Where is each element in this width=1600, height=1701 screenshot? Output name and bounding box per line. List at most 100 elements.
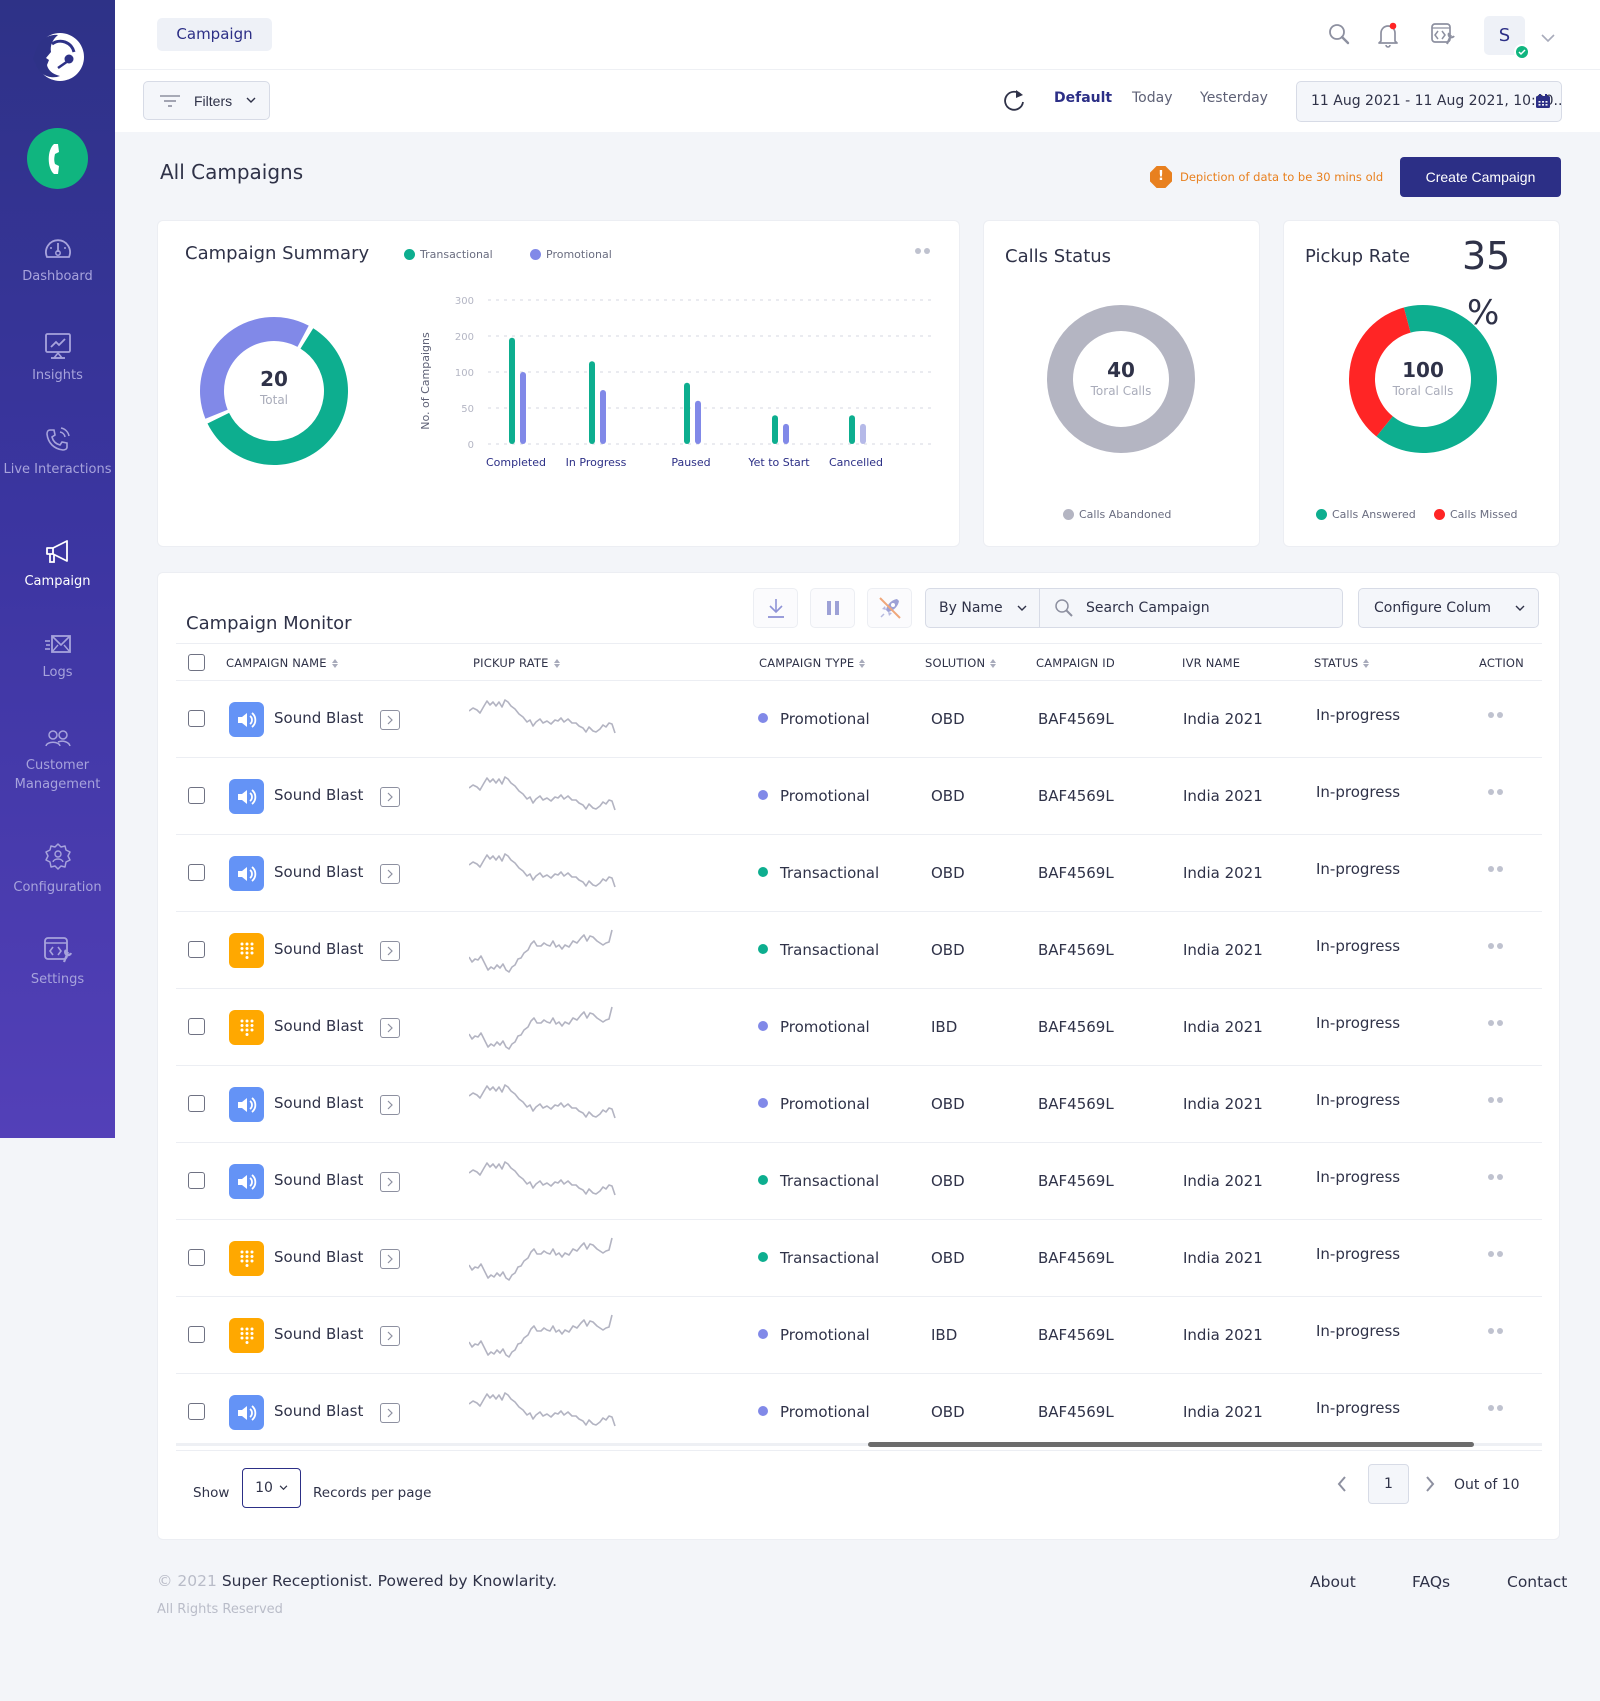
open-campaign-button[interactable] bbox=[380, 1095, 400, 1115]
refresh-icon[interactable] bbox=[1002, 87, 1026, 117]
row-checkbox[interactable] bbox=[188, 710, 205, 727]
campaign-name[interactable]: Sound Blast bbox=[274, 863, 363, 881]
row-action-menu-icon[interactable] bbox=[1488, 1405, 1503, 1411]
page-size-select[interactable]: 10 bbox=[242, 1468, 301, 1508]
campaign-name[interactable]: Sound Blast bbox=[274, 1171, 363, 1189]
footer-link-about[interactable]: About bbox=[1310, 1573, 1356, 1591]
campaign-name[interactable]: Sound Blast bbox=[274, 940, 363, 958]
row-action-menu-icon[interactable] bbox=[1488, 1020, 1503, 1026]
open-campaign-button[interactable] bbox=[380, 710, 400, 730]
row-checkbox[interactable] bbox=[188, 941, 205, 958]
table-row[interactable]: Sound Blast Transactional OBD BAF4569L India… bbox=[176, 912, 1542, 989]
chevron-right-icon bbox=[387, 946, 393, 956]
previous-page-button[interactable] bbox=[1336, 1475, 1348, 1497]
table-row[interactable]: Sound Blast Promotional IBD BAF4569L India 2… bbox=[176, 989, 1542, 1066]
call-button[interactable] bbox=[27, 128, 88, 189]
open-campaign-button[interactable] bbox=[380, 1249, 400, 1269]
column-header-campaign-name[interactable]: CAMPAIGN NAME bbox=[226, 656, 338, 670]
table-row[interactable]: Sound Blast Transactional OBD BAF4569L India… bbox=[176, 835, 1542, 912]
search-campaign-input[interactable] bbox=[1086, 600, 1316, 616]
open-campaign-button[interactable] bbox=[380, 787, 400, 807]
row-checkbox[interactable] bbox=[188, 864, 205, 881]
table-row[interactable]: Sound Blast Transactional OBD BAF4569L India… bbox=[176, 1220, 1542, 1297]
sidebar-item-dashboard[interactable]: Dashboard bbox=[0, 235, 115, 286]
campaign-name[interactable]: Sound Blast bbox=[274, 709, 363, 727]
sidebar-item-logs[interactable]: Logs bbox=[0, 633, 115, 682]
create-campaign-button[interactable]: Create Campaign bbox=[1400, 157, 1561, 197]
table-row[interactable]: Sound Blast Transactional OBD BAF4569L India… bbox=[176, 1143, 1542, 1220]
open-campaign-button[interactable] bbox=[380, 1018, 400, 1038]
open-campaign-button[interactable] bbox=[380, 941, 400, 961]
open-campaign-button[interactable] bbox=[380, 1172, 400, 1192]
row-checkbox[interactable] bbox=[188, 1326, 205, 1343]
row-action-menu-icon[interactable] bbox=[1488, 943, 1503, 949]
user-avatar[interactable]: S bbox=[1484, 16, 1530, 60]
row-checkbox[interactable] bbox=[188, 1095, 205, 1112]
current-page-input[interactable]: 1 bbox=[1368, 1464, 1409, 1504]
campaign-name[interactable]: Sound Blast bbox=[274, 1325, 363, 1343]
horizontal-scrollbar[interactable] bbox=[868, 1442, 1474, 1447]
open-campaign-button[interactable] bbox=[380, 864, 400, 884]
row-action-menu-icon[interactable] bbox=[1488, 1328, 1503, 1334]
download-button[interactable] bbox=[753, 588, 798, 628]
sidebar-item-live-interactions[interactable]: Live Interactions bbox=[0, 426, 115, 479]
row-checkbox[interactable] bbox=[188, 1403, 205, 1420]
range-tab-today[interactable]: Today bbox=[1132, 90, 1173, 106]
campaign-name[interactable]: Sound Blast bbox=[274, 1402, 363, 1420]
table-row[interactable]: Sound Blast Promotional OBD BAF4569L India 2… bbox=[176, 1066, 1542, 1143]
configure-columns-select[interactable]: Configure Colum bbox=[1358, 588, 1539, 628]
copyright-year: © 2021 bbox=[157, 1572, 217, 1590]
row-action-menu-icon[interactable] bbox=[1488, 789, 1503, 795]
launch-disabled-button[interactable] bbox=[867, 588, 912, 628]
select-all-checkbox[interactable] bbox=[188, 654, 205, 671]
filters-button[interactable]: Filters bbox=[143, 81, 270, 120]
table-row[interactable]: Sound Blast Promotional OBD BAF4569L India 2… bbox=[176, 758, 1542, 835]
row-action-menu-icon[interactable] bbox=[1488, 1251, 1503, 1257]
column-header-solution[interactable]: SOLUTION bbox=[925, 656, 997, 670]
developer-settings-icon[interactable] bbox=[1430, 22, 1456, 50]
sidebar-item-insights[interactable]: Insights bbox=[0, 332, 115, 385]
row-checkbox[interactable] bbox=[188, 1018, 205, 1035]
profile-chevron-down-icon[interactable] bbox=[1540, 28, 1556, 47]
footer-link-contact[interactable]: Contact bbox=[1507, 1573, 1567, 1591]
range-tab-default[interactable]: Default bbox=[1054, 90, 1112, 106]
row-action-menu-icon[interactable] bbox=[1488, 712, 1503, 718]
row-checkbox[interactable] bbox=[188, 1249, 205, 1266]
summary-more-options-icon[interactable] bbox=[915, 248, 930, 254]
campaign-id: BAF4569L bbox=[1038, 1403, 1114, 1421]
table-row[interactable]: Sound Blast Promotional OBD BAF4569L India 2… bbox=[176, 1374, 1542, 1451]
column-header-pickup-rate[interactable]: PICKUP RATE bbox=[473, 656, 560, 670]
campaign-name[interactable]: Sound Blast bbox=[274, 1094, 363, 1112]
filter-bar: Filters Default Today Yesterday 11 Aug 2… bbox=[115, 70, 1600, 132]
open-campaign-button[interactable] bbox=[380, 1326, 400, 1346]
open-campaign-button[interactable] bbox=[380, 1403, 400, 1423]
search-by-select[interactable]: By Name bbox=[926, 589, 1040, 627]
table-row[interactable]: Sound Blast Promotional OBD BAF4569L India 2… bbox=[176, 681, 1542, 758]
row-action-menu-icon[interactable] bbox=[1488, 1097, 1503, 1103]
sidebar-item-customer-management[interactable]: Customer Management bbox=[0, 728, 115, 794]
row-action-menu-icon[interactable] bbox=[1488, 866, 1503, 872]
column-label: ACTION bbox=[1479, 656, 1524, 670]
row-action-menu-icon[interactable] bbox=[1488, 1174, 1503, 1180]
column-header-status[interactable]: STATUS bbox=[1314, 656, 1370, 670]
campaign-name[interactable]: Sound Blast bbox=[274, 786, 363, 804]
breadcrumb-campaign[interactable]: Campaign bbox=[157, 18, 272, 51]
notification-bell-icon[interactable] bbox=[1376, 22, 1400, 52]
campaign-name[interactable]: Sound Blast bbox=[274, 1017, 363, 1035]
row-checkbox[interactable] bbox=[188, 1172, 205, 1189]
keypad-icon bbox=[240, 1250, 253, 1267]
sidebar-item-configuration[interactable]: Configuration bbox=[0, 842, 115, 897]
footer-link-faqs[interactable]: FAQs bbox=[1412, 1573, 1450, 1591]
next-page-button[interactable] bbox=[1424, 1475, 1436, 1497]
pause-button[interactable] bbox=[810, 588, 855, 628]
app-logo-icon[interactable] bbox=[30, 30, 84, 84]
date-range-picker[interactable]: 11 Aug 2021 - 11 Aug 2021, 10:00... bbox=[1296, 81, 1562, 122]
column-header-campaign-type[interactable]: CAMPAIGN TYPE bbox=[759, 656, 866, 670]
campaign-name[interactable]: Sound Blast bbox=[274, 1248, 363, 1266]
search-icon[interactable] bbox=[1327, 22, 1351, 50]
sidebar-item-campaign[interactable]: Campaign bbox=[0, 538, 115, 591]
range-tab-yesterday[interactable]: Yesterday bbox=[1200, 90, 1268, 106]
row-checkbox[interactable] bbox=[188, 787, 205, 804]
sidebar-item-settings[interactable]: Settings bbox=[0, 936, 115, 989]
table-row[interactable]: Sound Blast Promotional IBD BAF4569L India 2… bbox=[176, 1297, 1542, 1374]
